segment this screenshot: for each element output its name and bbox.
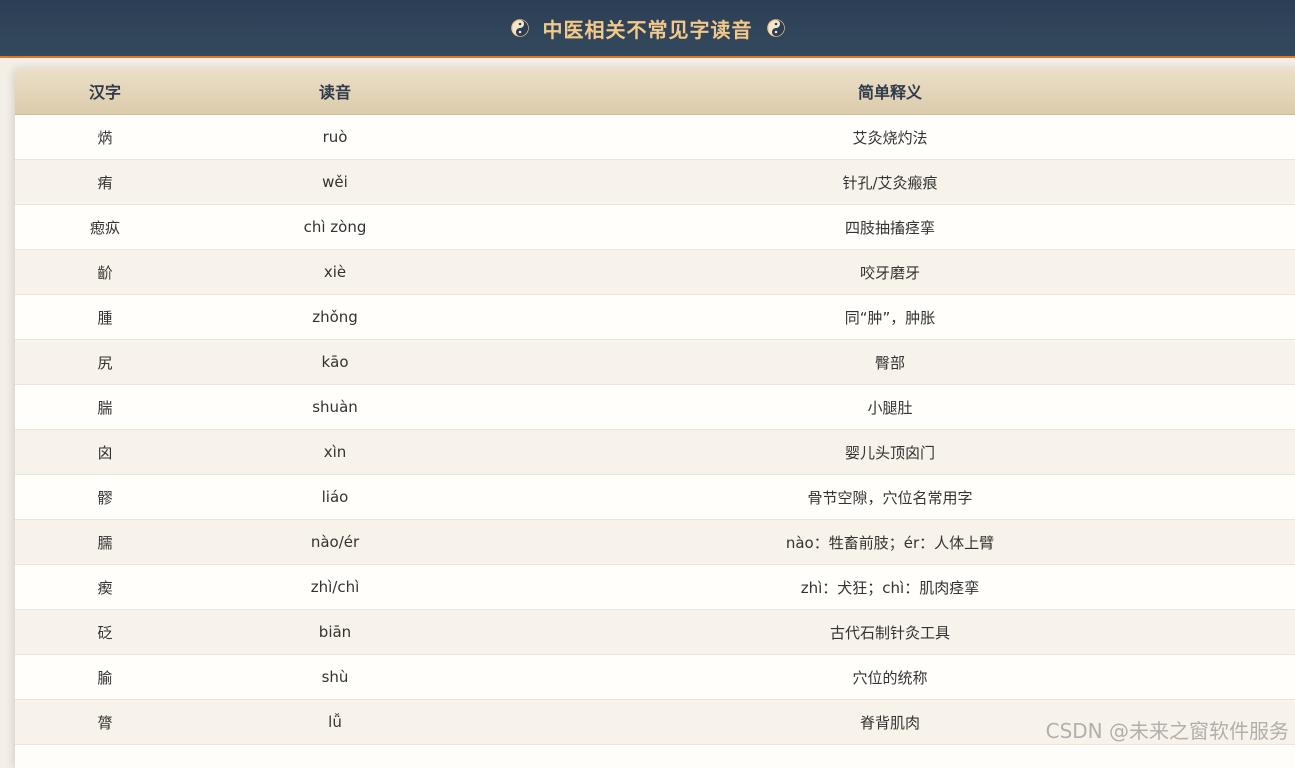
cell-character: 臑 bbox=[15, 532, 195, 553]
table-body: 焫ruò艾灸烧灼法痏wěi针孔/艾灸瘢痕瘛疭chì zòng四肢抽搐痉挛齘xiè… bbox=[15, 115, 1295, 745]
cell-character: 齘 bbox=[15, 262, 195, 283]
table-row: 砭biān古代石制针灸工具 bbox=[15, 610, 1295, 655]
cell-pronunciation: liáo bbox=[195, 488, 475, 506]
cell-character: 腫 bbox=[15, 307, 195, 328]
cell-pronunciation: lǚ bbox=[195, 713, 475, 731]
cell-character: 瘛疭 bbox=[15, 217, 195, 238]
cell-character: 焫 bbox=[15, 127, 195, 148]
page-title: 中医相关不常见字读音 bbox=[543, 14, 753, 43]
yin-yang-icon bbox=[767, 19, 785, 37]
cell-character: 囟 bbox=[15, 442, 195, 463]
table-row: 瘛疭chì zòng四肢抽搐痉挛 bbox=[15, 205, 1295, 250]
cell-pronunciation: wěi bbox=[195, 173, 475, 191]
table-row: 腨shuàn小腿肚 bbox=[15, 385, 1295, 430]
cell-meaning: 穴位的统称 bbox=[475, 667, 1295, 688]
cell-pronunciation: chì zòng bbox=[195, 218, 475, 236]
cell-pronunciation: shuàn bbox=[195, 398, 475, 416]
cell-pronunciation: nào/ér bbox=[195, 533, 475, 551]
cell-meaning: 针孔/艾灸瘢痕 bbox=[475, 172, 1295, 193]
cell-pronunciation: ruò bbox=[195, 128, 475, 146]
table-row: 瘈zhì/chìzhì：犬狂；chì：肌肉痉挛 bbox=[15, 565, 1295, 610]
cell-character: 砭 bbox=[15, 622, 195, 643]
cell-meaning: 艾灸烧灼法 bbox=[475, 127, 1295, 148]
page-header: 中医相关不常见字读音 bbox=[0, 0, 1295, 58]
cell-pronunciation: xìn bbox=[195, 443, 475, 461]
cell-meaning: 同“肿”，肿胀 bbox=[475, 307, 1295, 328]
table-row: 焫ruò艾灸烧灼法 bbox=[15, 115, 1295, 160]
cell-pronunciation: zhì/chì bbox=[195, 578, 475, 596]
table-row: 臑nào/érnào：牲畜前肢；ér：人体上臂 bbox=[15, 520, 1295, 565]
table-row: 齘xiè咬牙磨牙 bbox=[15, 250, 1295, 295]
table-row: 髎liáo骨节空隙，穴位名常用字 bbox=[15, 475, 1295, 520]
cell-character: 瘈 bbox=[15, 577, 195, 598]
table-header: 汉字 读音 简单释义 bbox=[15, 68, 1295, 115]
yin-yang-icon bbox=[511, 19, 529, 37]
cell-pronunciation: xiè bbox=[195, 263, 475, 281]
cell-character: 膂 bbox=[15, 712, 195, 733]
table-row: 痏wěi针孔/艾灸瘢痕 bbox=[15, 160, 1295, 205]
cell-character: 痏 bbox=[15, 172, 195, 193]
cell-meaning: 古代石制针灸工具 bbox=[475, 622, 1295, 643]
cell-character: 腧 bbox=[15, 667, 195, 688]
table-row: 尻kāo臀部 bbox=[15, 340, 1295, 385]
table-row: 囟xìn婴儿头顶囟门 bbox=[15, 430, 1295, 475]
cell-pronunciation: shù bbox=[195, 668, 475, 686]
cell-pronunciation: zhǒng bbox=[195, 308, 475, 326]
pronunciation-table: 汉字 读音 简单释义 焫ruò艾灸烧灼法痏wěi针孔/艾灸瘢痕瘛疭chì zòn… bbox=[15, 68, 1295, 768]
table-row: 腫zhǒng同“肿”，肿胀 bbox=[15, 295, 1295, 340]
cell-meaning: 骨节空隙，穴位名常用字 bbox=[475, 487, 1295, 508]
cell-meaning: 婴儿头顶囟门 bbox=[475, 442, 1295, 463]
cell-meaning: nào：牲畜前肢；ér：人体上臂 bbox=[475, 532, 1295, 553]
cell-character: 尻 bbox=[15, 352, 195, 373]
cell-meaning: 臀部 bbox=[475, 352, 1295, 373]
cell-pronunciation: kāo bbox=[195, 353, 475, 371]
cell-character: 腨 bbox=[15, 397, 195, 418]
cell-pronunciation: biān bbox=[195, 623, 475, 641]
column-header-character: 汉字 bbox=[15, 79, 195, 103]
column-header-meaning: 简单释义 bbox=[475, 79, 1295, 103]
cell-meaning: 咬牙磨牙 bbox=[475, 262, 1295, 283]
cell-meaning: zhì：犬狂；chì：肌肉痉挛 bbox=[475, 577, 1295, 598]
cell-meaning: 四肢抽搐痉挛 bbox=[475, 217, 1295, 238]
watermark: CSDN @未来之窗软件服务 bbox=[1046, 715, 1289, 744]
cell-character: 髎 bbox=[15, 487, 195, 508]
column-header-pronunciation: 读音 bbox=[195, 79, 475, 103]
table-row: 腧shù穴位的统称 bbox=[15, 655, 1295, 700]
cell-meaning: 小腿肚 bbox=[475, 397, 1295, 418]
